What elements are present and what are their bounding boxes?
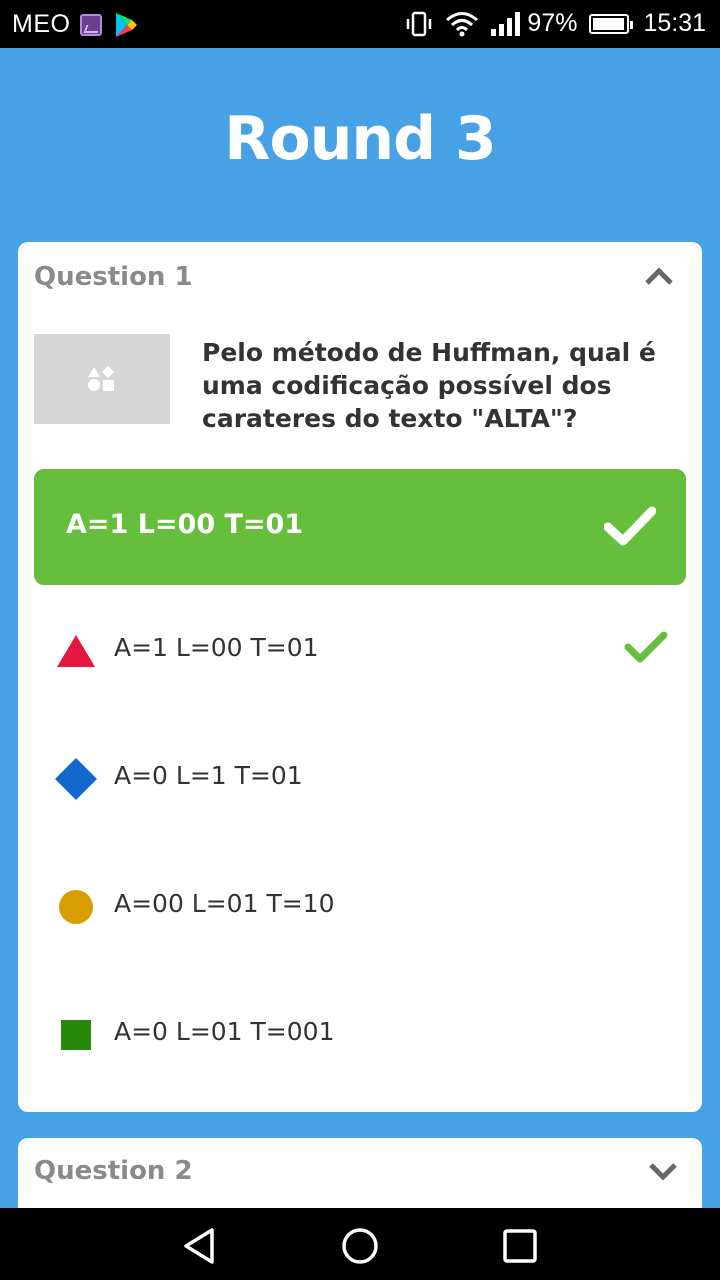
- answer-option-text: A=1 L=00 T=01: [114, 633, 319, 662]
- round-title: Round 3: [224, 104, 496, 174]
- chevron-down-icon[interactable]: [648, 1162, 678, 1182]
- correct-check-icon: [624, 631, 668, 663]
- status-bar: MEO 97% 15:31: [0, 0, 720, 48]
- answer-option-text: A=0 L=1 T=01: [114, 761, 303, 790]
- signal-icon: [491, 11, 521, 36]
- diamond-icon: [55, 758, 97, 800]
- answer-option: A=00 L=01 T=10: [34, 855, 686, 955]
- navigation-bar: [0, 1208, 720, 1280]
- vibrate-icon: [407, 11, 432, 36]
- clock: 15:31: [643, 9, 706, 37]
- back-icon[interactable]: [180, 1226, 220, 1266]
- shapes-icon: [88, 366, 114, 391]
- square-icon: [61, 1020, 91, 1050]
- wifi-icon: [446, 11, 479, 36]
- recents-icon[interactable]: [500, 1226, 540, 1266]
- chevron-up-icon[interactable]: [644, 266, 674, 286]
- question-1-label: Question 1: [34, 262, 193, 292]
- triangle-icon: [57, 635, 95, 667]
- question-2-label: Question 2: [34, 1156, 193, 1186]
- question-card-1: Question 1 Pelo método de Huffman, qual …: [18, 242, 702, 1112]
- home-icon[interactable]: [340, 1226, 380, 1266]
- answer-option: A=0 L=01 T=001: [34, 983, 686, 1083]
- check-icon: [604, 506, 656, 546]
- question-text: Pelo método de Huffman, qual é uma codif…: [202, 338, 656, 433]
- battery-icon: [589, 13, 634, 34]
- battery-percentage: 97%: [527, 9, 578, 37]
- answer-option: A=0 L=1 T=01: [34, 727, 686, 827]
- play-store-icon: [116, 12, 138, 37]
- answer-option-text: A=00 L=01 T=10: [114, 889, 335, 918]
- correct-answer-banner: A=1 L=00 T=01: [34, 469, 686, 585]
- question-image-placeholder: [34, 334, 170, 424]
- circle-icon: [59, 890, 93, 924]
- answer-option: A=1 L=00 T=01: [34, 599, 686, 699]
- carrier-label: MEO: [12, 10, 71, 38]
- answer-option-text: A=0 L=01 T=001: [114, 1017, 335, 1046]
- gallery-notification-icon: [80, 13, 103, 36]
- correct-answer-text: A=1 L=00 T=01: [66, 509, 304, 540]
- question-1-header[interactable]: Question 1: [34, 260, 684, 300]
